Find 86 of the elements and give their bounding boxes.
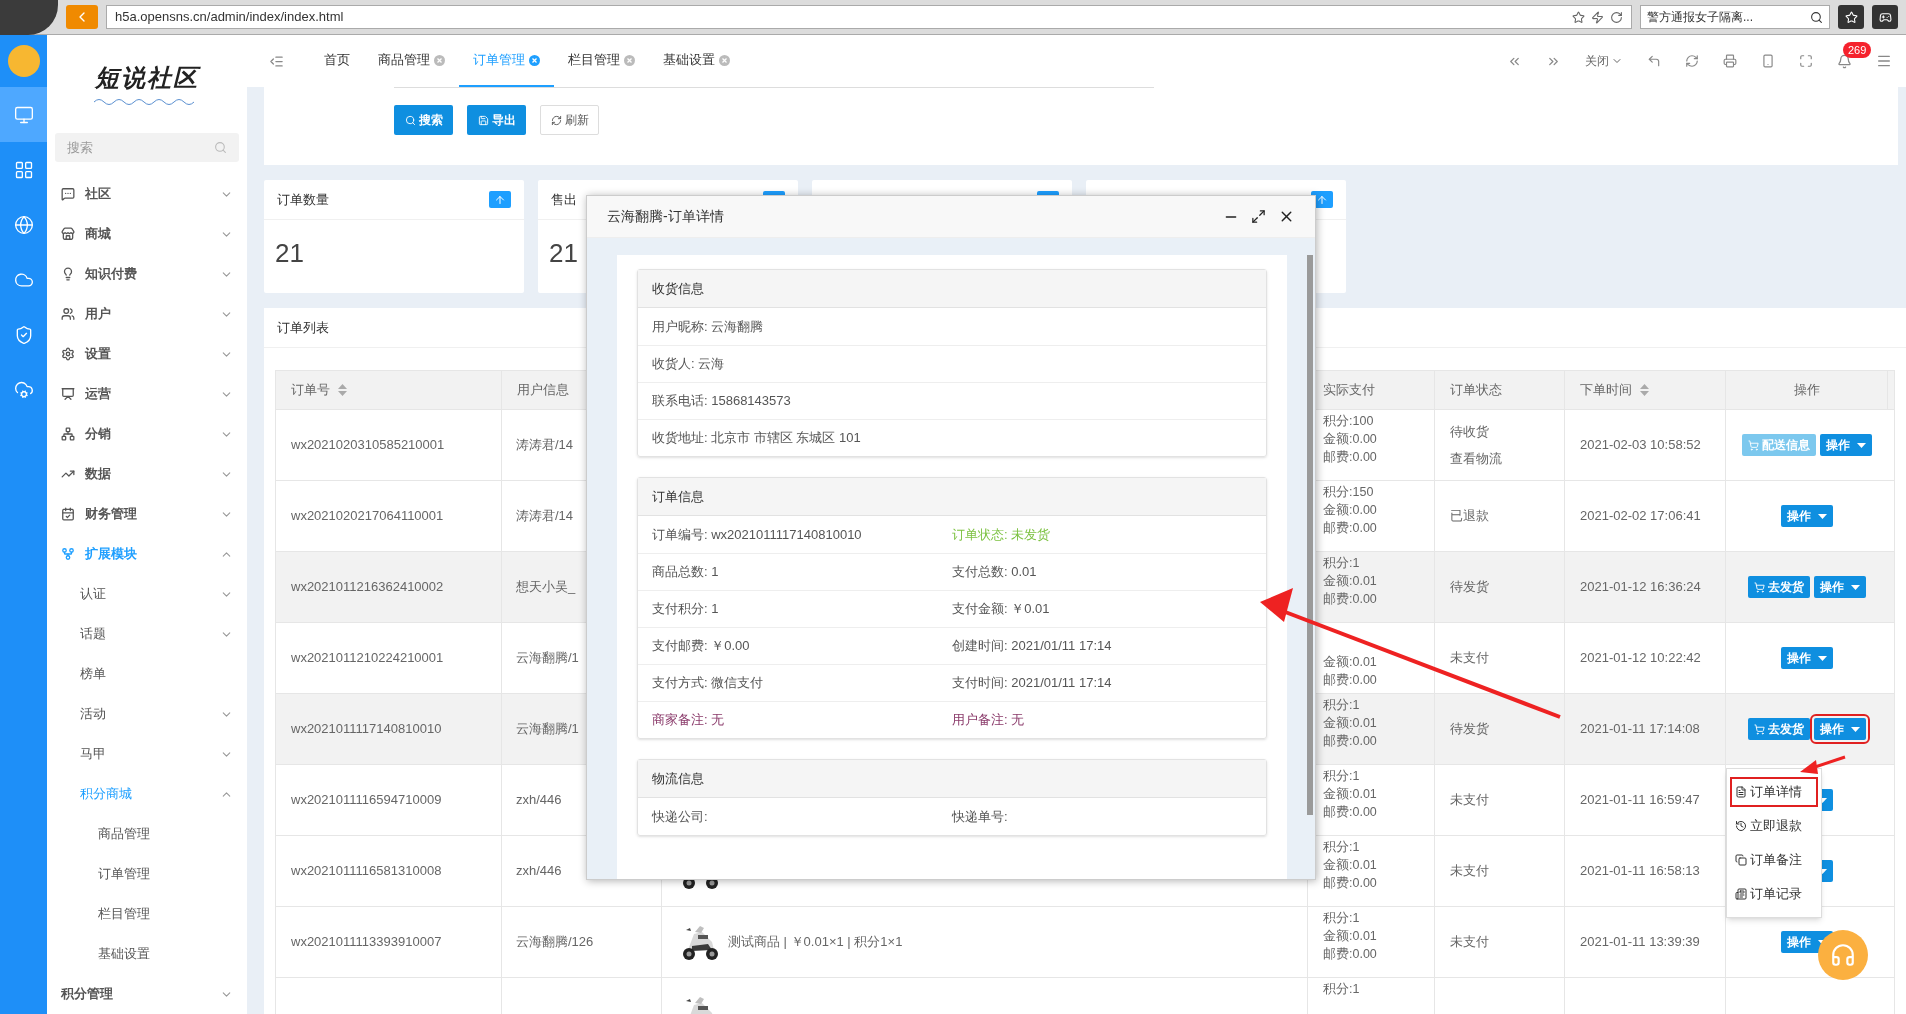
payment-line: 金额:0.01: [1323, 715, 1378, 732]
detail-field: 快递公司:: [652, 806, 952, 827]
table-cell-text: zxh/446: [516, 862, 562, 881]
detail-field: 支付金额: ￥0.01: [952, 599, 1252, 619]
detail-field: 商家备注: 无: [652, 710, 952, 730]
order-status: 未支付: [1450, 649, 1490, 668]
stat-label: 订单数量: [277, 190, 330, 209]
detail-field: 支付时间: 2021/01/11 17:14: [952, 673, 1252, 693]
payment-line: 积分:150: [1323, 484, 1375, 501]
payment-line: 金额:0.01: [1323, 928, 1378, 945]
payment-line: 积分:1: [1323, 555, 1361, 572]
payment-line: 邮费:0.00: [1323, 520, 1378, 537]
detail-field: 快递单号:: [952, 806, 1252, 827]
stat-value: 21: [549, 237, 578, 270]
table-cell-text: wx2021020217064110001: [291, 507, 444, 526]
table-cell-text: 想天小吴_: [516, 578, 576, 597]
payment-line: 邮费:0.00: [1323, 946, 1378, 963]
detail-field: 支付邮费: ￥0.00: [652, 636, 952, 656]
table-cell-text: wx2021011210224210001: [291, 649, 444, 668]
panel-title: 订单信息: [652, 487, 704, 506]
logo-text: 短说社区: [95, 63, 199, 93]
order-status: 待发货: [1450, 578, 1490, 597]
table-cell-text: 2021-02-02 17:06:41: [1580, 507, 1701, 526]
order-status: 待发货: [1450, 720, 1490, 739]
payment-line: 邮费:0.00: [1323, 733, 1378, 750]
detail-field: 支付方式: 微信支付: [652, 673, 952, 693]
detail-field: 用户昵称: 云海翻腾: [652, 316, 972, 337]
product-summary: 测试商品 | ￥0.01×1 | 积分1×1: [728, 933, 903, 952]
panel-title: 物流信息: [652, 769, 704, 788]
detail-field: 收货人: 云海: [652, 354, 972, 374]
payment-line: 金额:0.01: [1323, 857, 1378, 874]
payment-line: 积分:1: [1323, 981, 1361, 998]
table-cell-text: 2021-01-11 17:14:08: [1580, 720, 1700, 739]
table-cell-text: wx2021011116594710009: [291, 791, 442, 810]
order-status: 未支付: [1450, 791, 1490, 810]
dialog-title: 云海翻腾-订单详情: [607, 207, 725, 226]
detail-field: 支付积分: 1: [652, 599, 952, 619]
table-cell-text: wx2021020310585210001: [291, 436, 445, 455]
detail-field: 收货地址: 北京市 市辖区 东城区 101: [652, 428, 972, 448]
stat-value: 21: [275, 237, 304, 270]
order-status: 查看物流: [1450, 450, 1503, 468]
table-cell-text: 2021-02-03 10:58:52: [1580, 436, 1701, 455]
payment-line: 金额:0.01: [1323, 786, 1378, 803]
detail-field: 商品总数: 1: [652, 562, 952, 582]
payment-line: 邮费:0.00: [1323, 672, 1378, 689]
table-cell-text: 2021-01-11 13:39:39: [1580, 933, 1700, 952]
table-cell-text: 2021-01-12 16:36:24: [1580, 578, 1701, 597]
payment-line: 邮费:0.00: [1323, 591, 1378, 608]
payment-line: 积分:1: [1323, 697, 1361, 714]
table-cell-text: wx2021011116581310008: [291, 862, 442, 881]
payment-line: 积分:1: [1323, 839, 1361, 856]
payment-line: 金额:0.00: [1323, 502, 1378, 519]
table-cell-text: 涛涛君/14: [516, 436, 574, 455]
detail-field: 订单编号: wx2021011117140810010: [652, 524, 952, 545]
detail-field: 支付总数: 0.01: [952, 562, 1252, 582]
order-status: 已退款: [1450, 507, 1490, 526]
card-title: 订单列表: [277, 318, 329, 337]
payment-line: 金额:0.01: [1323, 573, 1378, 590]
order-status: 未支付: [1450, 933, 1490, 952]
table-cell-text: wx2021011117140810010: [291, 720, 442, 739]
order-status: 未支付: [1450, 862, 1490, 881]
panel-title: 收货信息: [652, 279, 704, 298]
table-cell-text: 云海翻腾/126: [516, 933, 594, 952]
table-cell-text: wx2021011216362410002: [291, 578, 444, 597]
table-cell-text: 云海翻腾/1: [516, 720, 579, 739]
payment-line: 金额:0.00: [1323, 431, 1378, 448]
payment-line: 邮费:0.00: [1323, 804, 1378, 821]
table-cell-text: 2021-01-11 16:59:47: [1580, 791, 1700, 810]
notification-count: 269: [1843, 41, 1872, 58]
table-cell-text: 2021-01-12 10:22:42: [1580, 649, 1701, 668]
table-cell-text: 涛涛君/14: [516, 507, 574, 526]
order-status: 待收货: [1450, 422, 1490, 441]
detail-field: 创建时间: 2021/01/11 17:14: [952, 636, 1252, 656]
payment-line: 邮费:0.00: [1323, 449, 1378, 466]
table-cell-text: wx2021011113393910007: [291, 933, 442, 952]
detail-field: 用户备注: 无: [952, 710, 1252, 730]
payment-line: 积分:1: [1323, 910, 1361, 927]
stat-label: 售出: [551, 190, 578, 209]
payment-line: 积分:100: [1323, 413, 1375, 430]
payment-line: 邮费:0.00: [1323, 875, 1378, 892]
payment-line: 积分:1: [1323, 768, 1361, 785]
table-cell-text: zxh/446: [516, 791, 562, 810]
table-cell-text: 2021-01-11 16:58:13: [1580, 862, 1700, 881]
table-cell-text: 云海翻腾/1: [516, 649, 579, 668]
payment-line: 金额:0.01: [1323, 654, 1378, 671]
detail-field: 订单状态: 未发货: [952, 524, 1252, 545]
